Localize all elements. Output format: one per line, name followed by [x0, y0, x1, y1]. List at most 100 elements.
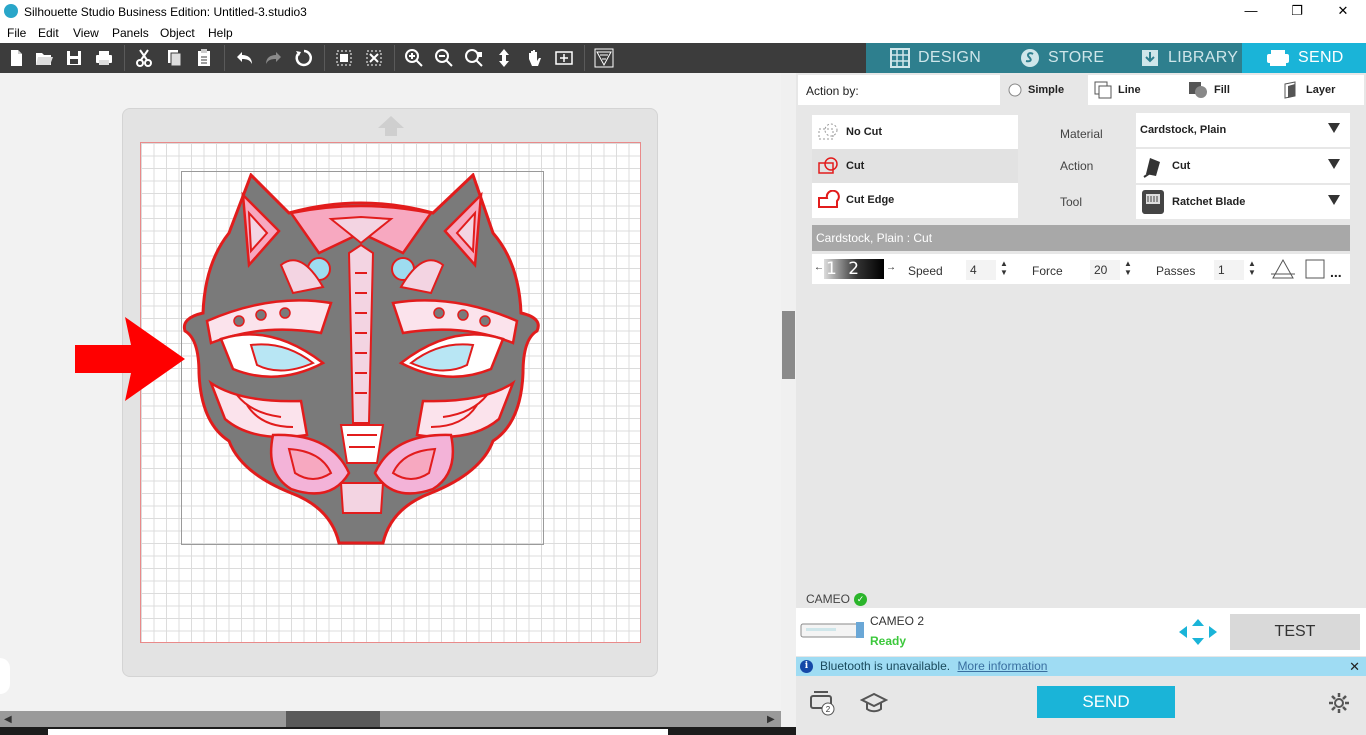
minimize-button[interactable]: — [1228, 0, 1274, 24]
redraw-icon[interactable] [292, 47, 316, 69]
main-tabs: DESIGN STORE LIBRARY SEND [866, 43, 1366, 73]
redo-icon[interactable] [262, 47, 286, 69]
line-icon [1094, 81, 1112, 99]
passes-spinner-icon[interactable]: ▲ ▼ [1248, 259, 1256, 277]
tab-store[interactable]: STORE [1020, 43, 1130, 73]
tab-line[interactable]: Line [1094, 75, 1180, 105]
cameo-device-icon [800, 622, 864, 638]
material-dropdown[interactable]: Cardstock, Plain [1136, 113, 1350, 147]
title-bar: Silhouette Studio Business Edition: Unti… [0, 0, 1366, 24]
cut-option-label: Cut [846, 160, 865, 172]
menu-object[interactable]: Object [160, 26, 195, 40]
cut-parameters-row: ← 1 2 3 4 5 → Speed 4 ▲▼ Force 20 ▲▼ Pas… [812, 254, 1350, 284]
blade-left-arrow-icon[interactable]: ← [814, 262, 824, 273]
new-icon[interactable] [4, 47, 28, 69]
menu-panels[interactable]: Panels [112, 26, 149, 40]
tab-design-label: DESIGN [918, 49, 982, 66]
speed-input[interactable]: 4 [966, 260, 996, 280]
move-icon[interactable] [492, 47, 516, 69]
bluetooth-info-bar: i Bluetooth is unavailable. More informa… [796, 657, 1366, 676]
window-title: Silhouette Studio Business Edition: Unti… [24, 5, 307, 19]
speed-label: Speed [908, 264, 943, 278]
menu-edit[interactable]: Edit [38, 26, 59, 40]
tool-value: Ratchet Blade [1172, 196, 1246, 208]
action-value: Cut [1172, 160, 1191, 172]
zoom-select-icon[interactable] [462, 47, 486, 69]
deselect-icon[interactable] [362, 47, 386, 69]
blade-right-arrow-icon[interactable]: → [886, 262, 896, 273]
line-segment-icon[interactable] [1304, 258, 1326, 280]
passes-input[interactable]: 1 [1214, 260, 1244, 280]
close-button[interactable]: ✕ [1320, 0, 1366, 24]
close-info-button[interactable]: ✕ [1349, 657, 1360, 676]
menu-help[interactable]: Help [208, 26, 233, 40]
undo-icon[interactable] [232, 47, 256, 69]
layer-icon [1284, 81, 1296, 99]
copy-icon[interactable] [162, 47, 186, 69]
vertical-scrollbar[interactable] [781, 73, 796, 711]
trace-icon[interactable] [592, 47, 616, 69]
cut-option-no-cut[interactable]: No Cut [812, 115, 1018, 149]
more-information-link[interactable]: More information [957, 659, 1047, 673]
fit-to-page-icon[interactable] [552, 47, 576, 69]
feed-direction-arrow-icon [378, 116, 404, 136]
chevron-down-icon [1328, 123, 1340, 133]
printer-icon [1267, 50, 1289, 66]
tab-send-label: SEND [1298, 49, 1344, 66]
horizontal-scroll-thumb[interactable] [286, 711, 380, 727]
fox-mandala-design[interactable] [181, 173, 543, 547]
cut-option-cut-edge[interactable]: Cut Edge [812, 183, 1018, 217]
menu-file[interactable]: File [7, 26, 26, 40]
maximize-button[interactable]: ❐ [1274, 0, 1320, 24]
save-icon[interactable] [62, 47, 86, 69]
tool-label: Tool [1060, 195, 1083, 209]
red-arrow-annotation-icon [75, 317, 185, 401]
force-spinner-icon[interactable]: ▲ ▼ [1124, 259, 1132, 277]
material-value: Cardstock, Plain [1140, 124, 1227, 136]
tutorial-cap-icon[interactable] [860, 690, 888, 716]
pan-icon[interactable] [522, 47, 546, 69]
open-icon[interactable] [32, 47, 56, 69]
horizontal-scrollbar[interactable]: ◀ ▶ [0, 711, 781, 727]
move-arrows-icon[interactable] [1178, 618, 1218, 646]
cut-option-cut[interactable]: Cut [812, 149, 1018, 183]
print-icon[interactable] [92, 47, 116, 69]
speed-spinner-icon[interactable]: ▲ ▼ [1000, 259, 1008, 277]
gear-icon[interactable] [1328, 690, 1350, 716]
grid-icon [890, 48, 910, 68]
job-queue-icon[interactable]: 2 [808, 690, 836, 716]
scroll-right-icon[interactable]: ▶ [767, 714, 775, 725]
paste-icon[interactable] [192, 47, 216, 69]
zoom-out-icon[interactable] [432, 47, 456, 69]
tab-send[interactable]: SEND [1242, 43, 1366, 73]
device-row[interactable]: CAMEO 2 Ready TEST [796, 608, 1366, 656]
panel-expand-tab[interactable] [0, 658, 10, 694]
test-button[interactable]: TEST [1230, 614, 1360, 650]
send-footer: 2 SEND [796, 676, 1366, 735]
select-all-icon[interactable] [332, 47, 356, 69]
overcut-icon[interactable] [1270, 258, 1296, 280]
force-input[interactable]: 20 [1090, 260, 1120, 280]
send-button[interactable]: SEND [1037, 686, 1175, 718]
settings-section-header: Cardstock, Plain : Cut [812, 225, 1350, 251]
tab-layer[interactable]: Layer [1282, 75, 1364, 105]
vertical-scroll-thumb[interactable] [782, 311, 795, 379]
cut-icon[interactable] [132, 47, 156, 69]
cut-line-icon [818, 157, 838, 174]
more-options-icon[interactable]: ... [1330, 264, 1342, 280]
blade-action-icon [1143, 158, 1160, 178]
blade-depth-selector[interactable]: 1 2 3 4 5 [824, 259, 884, 279]
job-queue-badge: 2 [826, 705, 831, 714]
action-by-bar: Action by: Simple Line Fill Layer [798, 75, 1364, 105]
scroll-left-icon[interactable]: ◀ [4, 714, 12, 725]
menu-view[interactable]: View [73, 26, 99, 40]
action-dropdown[interactable]: Cut [1136, 149, 1350, 183]
send-panel: Action by: Simple Line Fill Layer No Cut… [796, 73, 1366, 735]
taskbar-strip [0, 727, 796, 735]
tab-simple[interactable]: Simple [1000, 75, 1088, 105]
tab-design[interactable]: DESIGN [890, 43, 1010, 73]
zoom-in-icon[interactable] [402, 47, 426, 69]
tool-dropdown[interactable]: Ratchet Blade [1136, 185, 1350, 219]
tab-fill[interactable]: Fill [1188, 75, 1274, 105]
design-canvas[interactable] [0, 73, 781, 711]
